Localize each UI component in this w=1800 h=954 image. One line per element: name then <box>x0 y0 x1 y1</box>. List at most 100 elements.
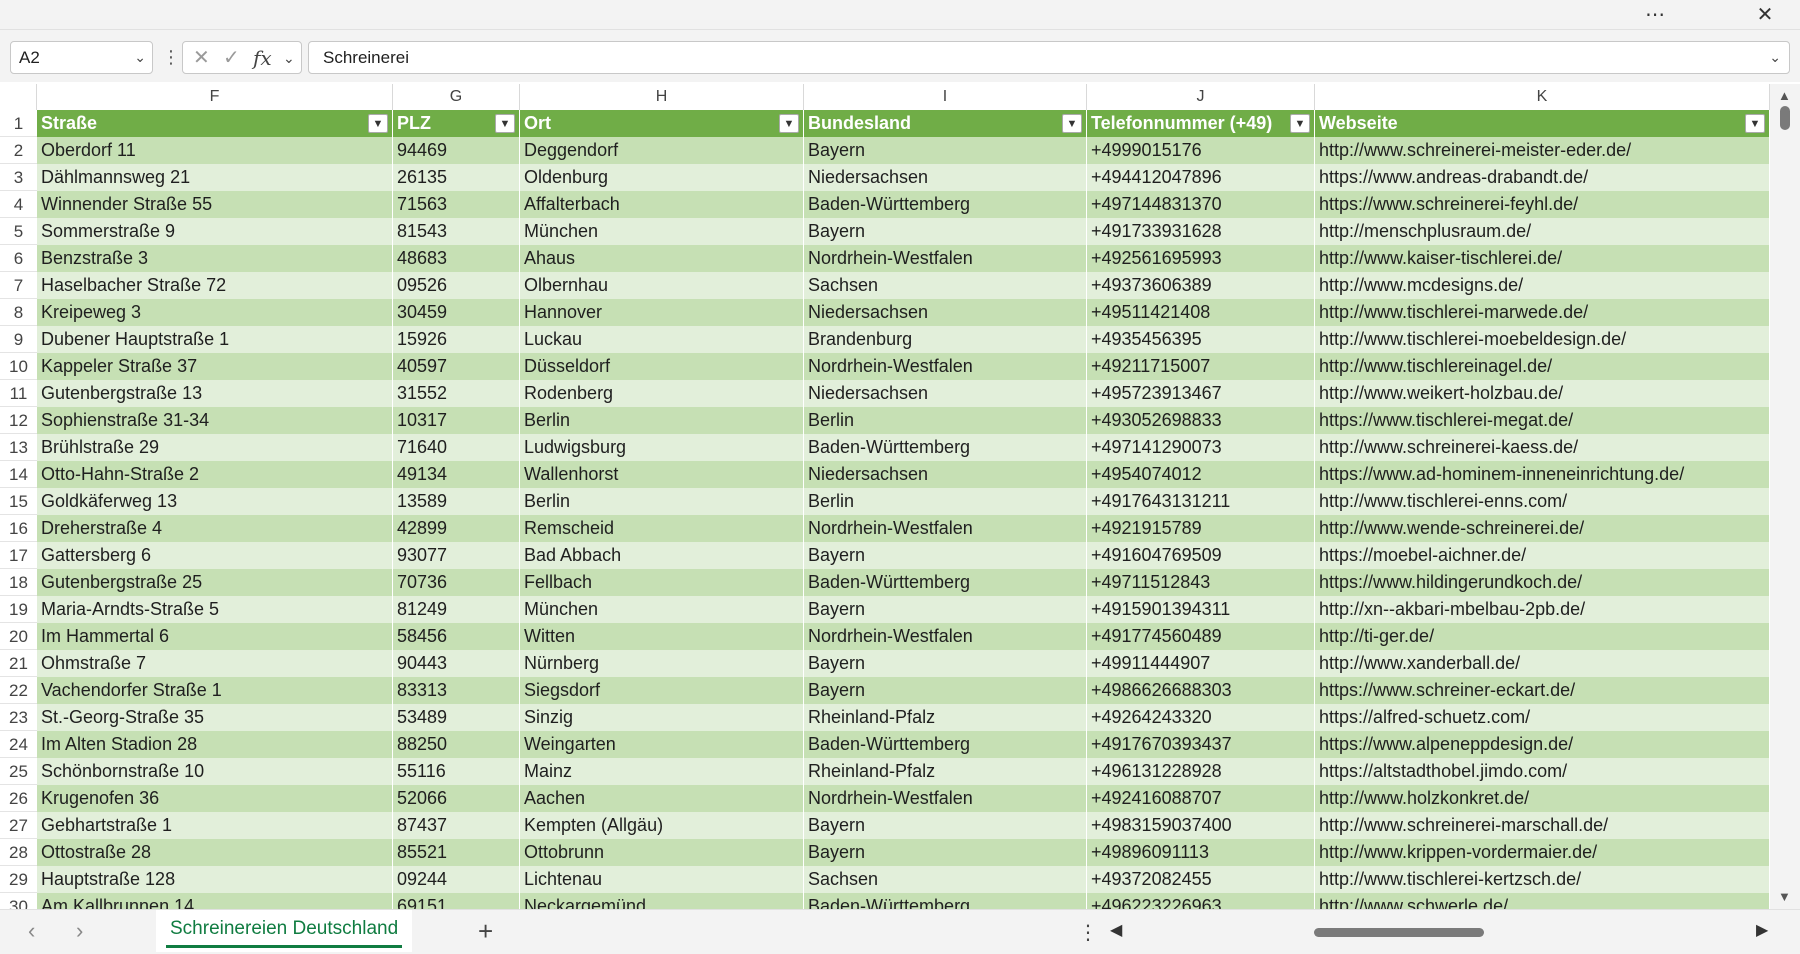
table-cell[interactable]: Krugenofen 36 <box>37 785 393 812</box>
table-cell[interactable]: 48683 <box>393 245 520 272</box>
row-header[interactable]: 2 <box>0 137 37 164</box>
table-cell[interactable]: Bayern <box>804 677 1087 704</box>
table-cell[interactable]: Nordrhein-Westfalen <box>804 785 1087 812</box>
table-cell[interactable]: http://www.xanderball.de/ <box>1315 650 1770 677</box>
table-cell[interactable]: Nordrhein-Westfalen <box>804 623 1087 650</box>
table-cell[interactable]: +4986626688303 <box>1087 677 1315 704</box>
table-cell[interactable]: 52066 <box>393 785 520 812</box>
table-cell[interactable]: http://www.schreinerei-marschall.de/ <box>1315 812 1770 839</box>
more-vertical-icon[interactable]: ⋮ <box>162 47 180 68</box>
table-cell[interactable]: 71640 <box>393 434 520 461</box>
table-cell[interactable]: 58456 <box>393 623 520 650</box>
table-header-cell[interactable]: Ort ▼ <box>520 110 804 137</box>
table-cell[interactable]: http://www.mcdesigns.de/ <box>1315 272 1770 299</box>
table-cell[interactable]: Baden-Württemberg <box>804 191 1087 218</box>
table-cell[interactable]: Nordrhein-Westfalen <box>804 353 1087 380</box>
table-cell[interactable]: http://menschplusraum.de/ <box>1315 218 1770 245</box>
vertical-scrollbar[interactable]: ▲ ▼ <box>1770 84 1800 909</box>
table-cell[interactable]: 49134 <box>393 461 520 488</box>
table-cell[interactable]: Baden-Württemberg <box>804 569 1087 596</box>
table-cell[interactable]: Berlin <box>520 407 804 434</box>
table-cell[interactable]: +4954074012 <box>1087 461 1315 488</box>
row-header[interactable]: 16 <box>0 515 37 542</box>
table-cell[interactable]: Luckau <box>520 326 804 353</box>
table-cell[interactable]: +491774560489 <box>1087 623 1315 650</box>
table-cell[interactable]: Berlin <box>804 407 1087 434</box>
table-cell[interactable]: 87437 <box>393 812 520 839</box>
table-cell[interactable]: Gebhartstraße 1 <box>37 812 393 839</box>
table-cell[interactable]: 90443 <box>393 650 520 677</box>
table-cell[interactable]: http://www.schwerle.de/ <box>1315 893 1770 909</box>
table-cell[interactable]: Bayern <box>804 839 1087 866</box>
row-header[interactable]: 26 <box>0 785 37 812</box>
column-header-k[interactable]: K <box>1315 84 1770 110</box>
table-cell[interactable]: 40597 <box>393 353 520 380</box>
table-cell[interactable]: Weingarten <box>520 731 804 758</box>
table-cell[interactable]: Ottostraße 28 <box>37 839 393 866</box>
table-cell[interactable]: Remscheid <box>520 515 804 542</box>
table-header-cell[interactable]: Straße ▼ <box>37 110 393 137</box>
row-header[interactable]: 1 <box>0 110 37 137</box>
table-cell[interactable]: +497144831370 <box>1087 191 1315 218</box>
row-header[interactable]: 27 <box>0 812 37 839</box>
filter-dropdown-icon[interactable]: ▼ <box>1745 114 1765 133</box>
table-cell[interactable]: Baden-Württemberg <box>804 893 1087 909</box>
table-cell[interactable]: https://www.ad-hominem-inneneinrichtung.… <box>1315 461 1770 488</box>
table-cell[interactable]: http://www.tischlerei-moebeldesign.de/ <box>1315 326 1770 353</box>
row-header[interactable]: 13 <box>0 434 37 461</box>
chevron-down-icon[interactable]: ⌄ <box>134 42 146 73</box>
table-cell[interactable]: http://www.schreinerei-meister-eder.de/ <box>1315 137 1770 164</box>
row-header[interactable]: 22 <box>0 677 37 704</box>
table-cell[interactable]: Kempten (Allgäu) <box>520 812 804 839</box>
table-cell[interactable]: 93077 <box>393 542 520 569</box>
table-cell[interactable]: https://www.andreas-drabandt.de/ <box>1315 164 1770 191</box>
table-cell[interactable]: Oberdorf 11 <box>37 137 393 164</box>
close-icon[interactable]: ✕ <box>1750 2 1780 28</box>
table-cell[interactable]: +496223226963 <box>1087 893 1315 909</box>
table-cell[interactable]: Schönbornstraße 10 <box>37 758 393 785</box>
table-cell[interactable]: Otto-Hahn-Straße 2 <box>37 461 393 488</box>
scroll-left-icon[interactable]: ◀ <box>1110 920 1122 940</box>
row-header[interactable]: 30 <box>0 893 37 909</box>
table-cell[interactable]: Lichtenau <box>520 866 804 893</box>
table-cell[interactable]: Sachsen <box>804 272 1087 299</box>
row-header[interactable]: 29 <box>0 866 37 893</box>
table-cell[interactable]: 09526 <box>393 272 520 299</box>
table-cell[interactable]: +492561695993 <box>1087 245 1315 272</box>
table-cell[interactable]: Ahaus <box>520 245 804 272</box>
table-cell[interactable]: Berlin <box>520 488 804 515</box>
row-header[interactable]: 6 <box>0 245 37 272</box>
table-cell[interactable]: +49896091113 <box>1087 839 1315 866</box>
table-cell[interactable]: Niedersachsen <box>804 380 1087 407</box>
row-header[interactable]: 17 <box>0 542 37 569</box>
table-cell[interactable]: +49711512843 <box>1087 569 1315 596</box>
row-header[interactable]: 9 <box>0 326 37 353</box>
table-cell[interactable]: Rheinland-Pfalz <box>804 704 1087 731</box>
table-cell[interactable]: Siegsdorf <box>520 677 804 704</box>
table-cell[interactable]: 81249 <box>393 596 520 623</box>
table-cell[interactable]: Bayern <box>804 542 1087 569</box>
table-cell[interactable]: http://www.holzkonkret.de/ <box>1315 785 1770 812</box>
table-cell[interactable]: Sachsen <box>804 866 1087 893</box>
table-cell[interactable]: Benzstraße 3 <box>37 245 393 272</box>
table-cell[interactable]: http://www.tischlereinagel.de/ <box>1315 353 1770 380</box>
table-cell[interactable]: Ohmstraße 7 <box>37 650 393 677</box>
formula-input[interactable]: Schreinerei ⌄ <box>308 41 1790 74</box>
table-cell[interactable]: Hauptstraße 128 <box>37 866 393 893</box>
column-header-g[interactable]: G <box>393 84 520 110</box>
scroll-down-icon[interactable]: ▼ <box>1778 889 1791 904</box>
table-cell[interactable]: +492416088707 <box>1087 785 1315 812</box>
column-header-j[interactable]: J <box>1087 84 1315 110</box>
table-cell[interactable]: Sophienstraße 31-34 <box>37 407 393 434</box>
table-cell[interactable]: Rheinland-Pfalz <box>804 758 1087 785</box>
table-cell[interactable]: Düsseldorf <box>520 353 804 380</box>
table-cell[interactable]: +4921915789 <box>1087 515 1315 542</box>
table-cell[interactable]: Oldenburg <box>520 164 804 191</box>
table-cell[interactable]: Gutenbergstraße 25 <box>37 569 393 596</box>
table-cell[interactable]: http://www.wende-schreinerei.de/ <box>1315 515 1770 542</box>
table-cell[interactable]: Haselbacher Straße 72 <box>37 272 393 299</box>
table-cell[interactable]: 94469 <box>393 137 520 164</box>
table-cell[interactable]: http://xn--akbari-mbelbau-2pb.de/ <box>1315 596 1770 623</box>
row-header[interactable]: 8 <box>0 299 37 326</box>
table-cell[interactable]: Winnender Straße 55 <box>37 191 393 218</box>
